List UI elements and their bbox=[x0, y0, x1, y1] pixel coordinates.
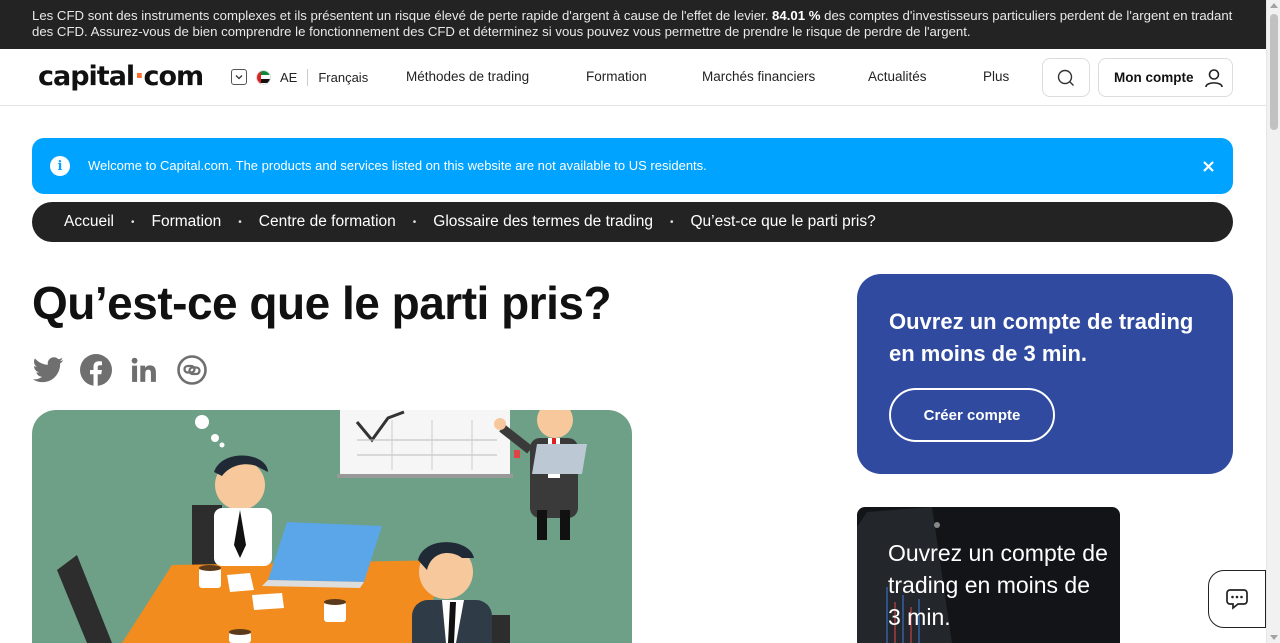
promo-title: Ouvrez un compte de trading en moins de … bbox=[888, 540, 1108, 630]
nav-trading-methods[interactable]: Méthodes de trading bbox=[406, 69, 529, 84]
info-icon: i bbox=[50, 156, 70, 176]
breadcrumb-separator: • bbox=[238, 216, 242, 228]
us-residents-notice: i Welcome to Capital.com. The products a… bbox=[32, 138, 1233, 194]
user-icon bbox=[1204, 68, 1223, 87]
breadcrumb-formation[interactable]: Formation bbox=[151, 213, 221, 231]
breadcrumb-current: Qu’est-ce que le parti pris? bbox=[690, 213, 876, 230]
breadcrumb-glossary[interactable]: Glossaire des termes de trading bbox=[433, 213, 653, 231]
close-icon bbox=[1202, 160, 1214, 172]
region-divider bbox=[307, 68, 309, 86]
breadcrumb-home[interactable]: Accueil bbox=[64, 213, 114, 231]
page-scrollbar[interactable] bbox=[1266, 0, 1280, 643]
chevron-down-icon[interactable] bbox=[231, 69, 247, 85]
share-facebook-button[interactable] bbox=[80, 354, 112, 386]
capital-logo[interactable]: capital·com bbox=[38, 61, 204, 92]
logo-text-left: capital bbox=[38, 61, 135, 92]
language-label[interactable]: Français bbox=[318, 70, 368, 85]
chat-icon bbox=[1226, 589, 1248, 610]
live-chat-button[interactable] bbox=[1208, 570, 1266, 628]
close-notice-button[interactable] bbox=[1196, 154, 1220, 178]
twitter-icon bbox=[32, 357, 63, 383]
breadcrumb: Accueil • Formation • Centre de formatio… bbox=[32, 202, 1233, 242]
nav-news[interactable]: Actualités bbox=[868, 69, 927, 84]
article-hero-illustration bbox=[32, 410, 632, 643]
region-language-selector[interactable]: AE Français bbox=[231, 68, 368, 86]
site-header: capital·com AE Français Méthodes de trad… bbox=[0, 49, 1266, 106]
risk-warning-percent: 84.01 % bbox=[772, 8, 821, 23]
search-button[interactable] bbox=[1042, 58, 1090, 97]
open-account-promo-banner[interactable]: Ouvrez un compte de trading en moins de … bbox=[857, 507, 1120, 643]
breadcrumb-separator: • bbox=[130, 216, 135, 228]
scrollbar-thumb[interactable] bbox=[1270, 14, 1278, 130]
facebook-icon bbox=[80, 354, 112, 386]
scroll-up-arrow-icon[interactable] bbox=[1270, 3, 1278, 8]
search-icon bbox=[1057, 69, 1074, 86]
account-label: Mon compte bbox=[1114, 70, 1194, 85]
breadcrumb-learning-center[interactable]: Centre de formation bbox=[259, 213, 396, 231]
share-copy-link-button[interactable] bbox=[176, 354, 208, 386]
breadcrumb-separator: • bbox=[669, 216, 674, 228]
nav-financial-markets[interactable]: Marchés financiers bbox=[702, 69, 815, 84]
region-code: AE bbox=[280, 69, 298, 85]
open-account-cta-card: Ouvrez un compte de trading en moins de … bbox=[857, 274, 1233, 474]
risk-warning-text-start: Les CFD sont des instruments complexes e… bbox=[32, 8, 773, 23]
nav-more[interactable]: Plus bbox=[983, 69, 1009, 84]
nav-formation[interactable]: Formation bbox=[586, 69, 647, 84]
copy-link-icon bbox=[177, 355, 207, 385]
cta-title: Ouvrez un compte de trading en moins de … bbox=[889, 309, 1194, 366]
uae-flag-icon bbox=[256, 69, 271, 85]
linkedin-icon bbox=[131, 357, 156, 382]
share-twitter-button[interactable] bbox=[32, 354, 64, 386]
create-account-button[interactable]: Créer compte bbox=[889, 388, 1055, 442]
scroll-down-arrow-icon[interactable] bbox=[1270, 635, 1278, 640]
risk-warning-bar: Les CFD sont des instruments complexes e… bbox=[0, 0, 1266, 49]
page-title: Qu’est-ce que le parti pris? bbox=[32, 277, 612, 329]
account-button[interactable]: Mon compte bbox=[1098, 58, 1233, 97]
breadcrumb-separator: • bbox=[412, 216, 417, 228]
notice-message: Welcome to Capital.com. The products and… bbox=[88, 158, 707, 173]
logo-text-right: com bbox=[143, 61, 204, 92]
share-linkedin-button[interactable] bbox=[128, 354, 160, 386]
